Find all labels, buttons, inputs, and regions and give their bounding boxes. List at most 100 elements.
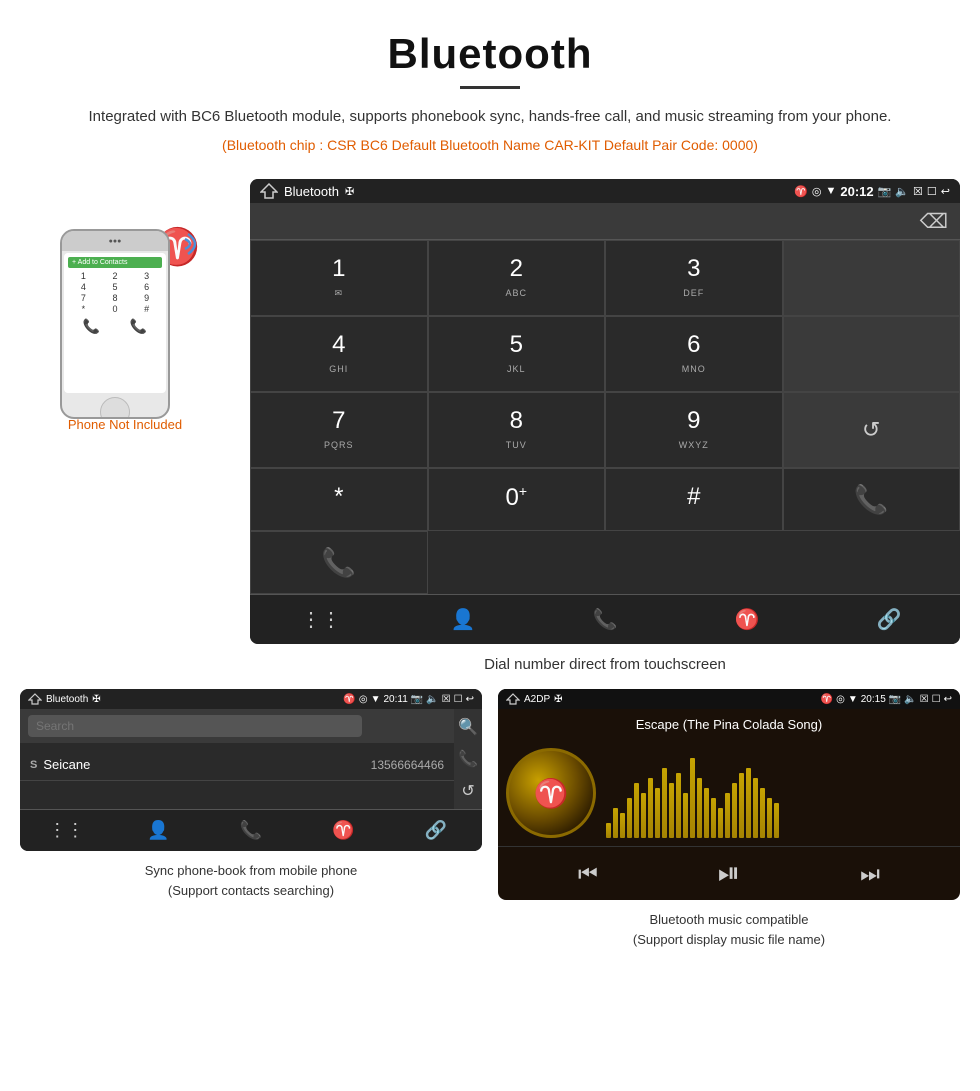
call-action-icon[interactable]: 📞 <box>458 749 478 769</box>
music-bt-icon: ♈ <box>821 694 833 705</box>
key-6[interactable]: 6 MNO <box>605 316 783 392</box>
key-empty-1 <box>783 240 961 316</box>
key-4[interactable]: 4 GHI <box>250 316 428 392</box>
search-input[interactable] <box>28 715 362 737</box>
pb-window-icon: ☐ <box>454 694 463 705</box>
phonebook-bottom-bar: ⋮⋮ 👤 📞 ♈ 🔗 <box>20 809 482 851</box>
dialpad-display: ⌫ <box>250 203 960 239</box>
music-time: 20:15 <box>861 694 886 705</box>
page-title: Bluetooth <box>60 30 920 78</box>
music-bluetooth-icon: ♈ <box>534 777 569 810</box>
key-0[interactable]: 0+ <box>428 468 606 531</box>
phonebook-statusbar: Bluetooth ✠ ♈ ◎ ▼ 20:11 📷 🔈 ☒ ☐ ↩ <box>20 689 482 709</box>
bluetooth-icon[interactable]: ♈ <box>676 595 818 644</box>
page-specs: (Bluetooth chip : CSR BC6 Default Blueto… <box>60 137 920 153</box>
pb-link-icon[interactable]: 🔗 <box>390 810 482 851</box>
dialpad-grid: 1 ✉ 2 ABC 3 DEF 4 GHI 5 <box>250 239 960 594</box>
phone-section: ♈ ●●● + Add to Contacts 123 456 789 <box>20 179 230 432</box>
album-art: ♈ <box>506 748 596 838</box>
visualizer-bar <box>683 793 688 838</box>
dialpad-time: 20:12 <box>840 184 873 199</box>
phonebook-caption-line2: (Support contacts searching) <box>168 883 334 898</box>
bluetooth-status-icon: ♈ <box>794 185 808 198</box>
search-bar <box>20 709 454 743</box>
contact-item: S Seicane 13566664466 <box>20 749 454 781</box>
contact-number: 13566664466 <box>371 758 444 772</box>
title-underline <box>460 86 520 89</box>
music-usb-icon: ✠ <box>554 694 562 705</box>
key-2[interactable]: 2 ABC <box>428 240 606 316</box>
close-icon: ☒ <box>913 185 923 198</box>
phonebook-caption: Sync phone-book from mobile phone (Suppo… <box>20 861 482 900</box>
bottom-panels: Bluetooth ✠ ♈ ◎ ▼ 20:11 📷 🔈 ☒ ☐ ↩ <box>0 689 980 969</box>
dialpad-screen: Bluetooth ✠ ♈ ◎ ▼ 20:12 📷 🔈 ☒ ☐ ↩ ⌫ <box>250 179 960 644</box>
dialpad-statusbar-left: Bluetooth ✠ <box>260 183 354 199</box>
phone-home-button[interactable] <box>100 397 130 419</box>
key-8[interactable]: 8 TUV <box>428 392 606 468</box>
visualizer-bar <box>760 788 765 838</box>
key-star[interactable]: * <box>250 468 428 531</box>
phonebook-statusbar-right: ♈ ◎ ▼ 20:11 📷 🔈 ☒ ☐ ↩ <box>343 694 474 705</box>
pb-camera-icon: 📷 <box>411 694 423 705</box>
visualizer-bar <box>732 783 737 838</box>
music-title-bar: Escape (The Pina Colada Song) <box>498 709 960 740</box>
phonebook-wrapper: S Seicane 13566664466 🔍 📞 ↺ <box>20 709 482 809</box>
key-5[interactable]: 5 JKL <box>428 316 606 392</box>
key-1[interactable]: 1 ✉ <box>250 240 428 316</box>
play-pause-icon[interactable]: ⏯ <box>718 857 740 890</box>
visualizer-bar <box>767 798 772 838</box>
key-call-green[interactable]: 📞 <box>783 468 961 531</box>
link-icon[interactable]: 🔗 <box>818 595 960 644</box>
pb-grid-icon[interactable]: ⋮⋮ <box>20 810 112 851</box>
visualizer-bar <box>648 778 653 838</box>
search-action-icon[interactable]: 🔍 <box>458 717 478 737</box>
next-track-icon[interactable]: ⏭ <box>860 861 880 887</box>
reload-action-icon[interactable]: ↺ <box>461 781 474 801</box>
music-window-icon: ☐ <box>932 694 941 705</box>
contacts-icon[interactable]: 👤 <box>392 595 534 644</box>
main-content: ♈ ●●● + Add to Contacts 123 456 789 <box>0 179 980 689</box>
visualizer-bar <box>774 803 779 838</box>
key-hash[interactable]: # <box>605 468 783 531</box>
pb-bluetooth-icon[interactable]: ♈ <box>297 810 389 851</box>
key-call-red[interactable]: 📞 <box>250 531 428 594</box>
pb-vol-icon: 🔈 <box>426 694 438 705</box>
music-camera-icon: 📷 <box>889 694 901 705</box>
phonebook-panel: Bluetooth ✠ ♈ ◎ ▼ 20:11 📷 🔈 ☒ ☐ ↩ <box>20 689 482 851</box>
key-9[interactable]: 9 WXYZ <box>605 392 783 468</box>
visualizer-bar <box>746 768 751 838</box>
phonebook-main: S Seicane 13566664466 <box>20 709 454 809</box>
music-column: A2DP ✠ ♈ ◎ ▼ 20:15 📷 🔈 ☒ ☐ ↩ Escape (The <box>498 689 960 949</box>
dialpad-bottom-bar: ⋮⋮ 👤 📞 ♈ 🔗 <box>250 594 960 644</box>
song-title: Escape (The Pina Colada Song) <box>636 717 822 732</box>
key-3[interactable]: 3 DEF <box>605 240 783 316</box>
window-icon: ☐ <box>927 185 937 198</box>
contact-list: S Seicane 13566664466 <box>20 743 454 787</box>
backspace-icon[interactable]: ⌫ <box>920 209 948 234</box>
visualizer-bar <box>725 793 730 838</box>
phone-body: ●●● + Add to Contacts 123 456 789 *0# 📞 … <box>60 229 170 419</box>
music-statusbar: A2DP ✠ ♈ ◎ ▼ 20:15 📷 🔈 ☒ ☐ ↩ <box>498 689 960 709</box>
prev-track-icon[interactable]: ⏮ <box>578 861 598 887</box>
music-signal-icon: ▼ <box>848 694 858 705</box>
phone-icon[interactable]: 📞 <box>534 595 676 644</box>
pb-contacts-icon[interactable]: 👤 <box>112 810 204 851</box>
phonebook-statusbar-left: Bluetooth ✠ <box>28 693 101 705</box>
key-reload[interactable]: ↺ <box>783 392 961 468</box>
music-vol-icon: 🔈 <box>904 694 916 705</box>
pb-phone-icon[interactable]: 📞 <box>205 810 297 851</box>
music-visualizer <box>606 748 952 838</box>
key-7[interactable]: 7 PQRS <box>250 392 428 468</box>
grid-icon[interactable]: ⋮⋮ <box>250 595 392 644</box>
visualizer-bar <box>655 788 660 838</box>
music-content: ♈ <box>498 740 960 846</box>
phone-screen: + Add to Contacts 123 456 789 *0# 📞 📞 <box>64 253 166 393</box>
phonebook-caption-line1: Sync phone-book from mobile phone <box>145 863 357 878</box>
pb-loc-icon: ◎ <box>359 694 368 705</box>
visualizer-bar <box>711 798 716 838</box>
visualizer-bar <box>641 793 646 838</box>
phonebook-actions: 🔍 📞 ↺ <box>454 709 482 809</box>
page-header: Bluetooth Integrated with BC6 Bluetooth … <box>0 0 980 179</box>
music-controls: ⏮ ⏯ ⏭ <box>498 846 960 900</box>
visualizer-bar <box>634 783 639 838</box>
